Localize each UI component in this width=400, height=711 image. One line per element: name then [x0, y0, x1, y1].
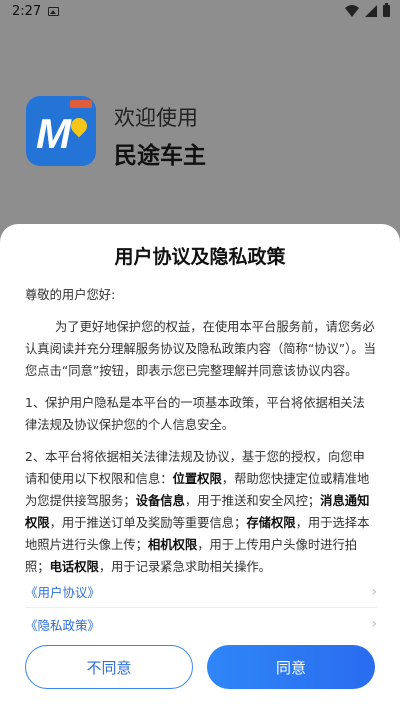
storage-permission-label: 存储权限 — [246, 516, 296, 530]
app-name: 民途车主 — [114, 143, 206, 169]
gallery-notification-icon — [48, 7, 59, 16]
device-info-desc: ，用于推送和安全风控； — [184, 494, 321, 508]
battery-icon — [383, 3, 390, 17]
notification-permission-desc: ，用于推送订单及奖励等重要信息； — [49, 516, 247, 530]
location-pin-icon — [67, 114, 91, 138]
logo-letter: M — [36, 110, 71, 157]
privacy-policy-link[interactable]: 《隐私政策》 › — [25, 608, 377, 640]
intro-paragraph: 为了更好地保护您的权益，在使用本平台服务前，请您务必认真阅读并充分理解服务协议及… — [25, 316, 377, 382]
privacy-policy-label: 《隐私政策》 — [25, 617, 101, 633]
wifi-icon — [345, 5, 359, 17]
user-agreement-label: 《用户协议》 — [25, 585, 101, 600]
dialog-title: 用户协议及隐私政策 — [114, 246, 286, 268]
signal-icon — [365, 5, 377, 17]
point2-paragraph: 2、本平台将依据相关法律法规及协议，基于您的授权，向您申请和使用以下权限和信息：… — [25, 446, 377, 578]
camera-permission-label: 相机权限 — [147, 538, 198, 552]
agreement-dialog: 用户协议及隐私政策 尊敬的用户您好: 为了更好地保护您的权益，在使用本平台服务前… — [0, 224, 400, 711]
chevron-right-icon: › — [371, 583, 377, 600]
greeting-text: 尊敬的用户您好: — [25, 288, 116, 302]
disagree-button[interactable]: 不同意 — [25, 645, 193, 689]
agree-button[interactable]: 同意 — [207, 645, 375, 689]
status-bar: 2:27 — [0, 0, 400, 24]
phone-permission-label: 电话权限 — [49, 560, 99, 574]
welcome-text: 欢迎使用 — [114, 106, 198, 130]
logo-badge — [70, 100, 92, 108]
location-permission-label: 位置权限 — [172, 472, 222, 486]
user-agreement-link[interactable]: 《用户协议》 › — [25, 576, 377, 608]
intro-text: 为了更好地保护您的权益，在使用本平台服务前，请您务必认真阅读并充分理解服务协议及… — [25, 320, 376, 378]
chevron-right-icon: › — [371, 616, 377, 632]
dialog-body: 尊敬的用户您好: 为了更好地保护您的权益，在使用本平台服务前，请您务必认真阅读并… — [25, 284, 377, 588]
device-info-label: 设备信息 — [135, 494, 185, 508]
status-time: 2:27 — [12, 4, 42, 19]
point1-paragraph: 1、保护用户隐私是本平台的一项基本政策，平台将依据相关法律法规及协议保护您的个人… — [25, 396, 365, 432]
app-logo: M — [26, 96, 96, 166]
phone-permission-desc: ，用于记录紧急求助相关操作。 — [98, 560, 271, 574]
